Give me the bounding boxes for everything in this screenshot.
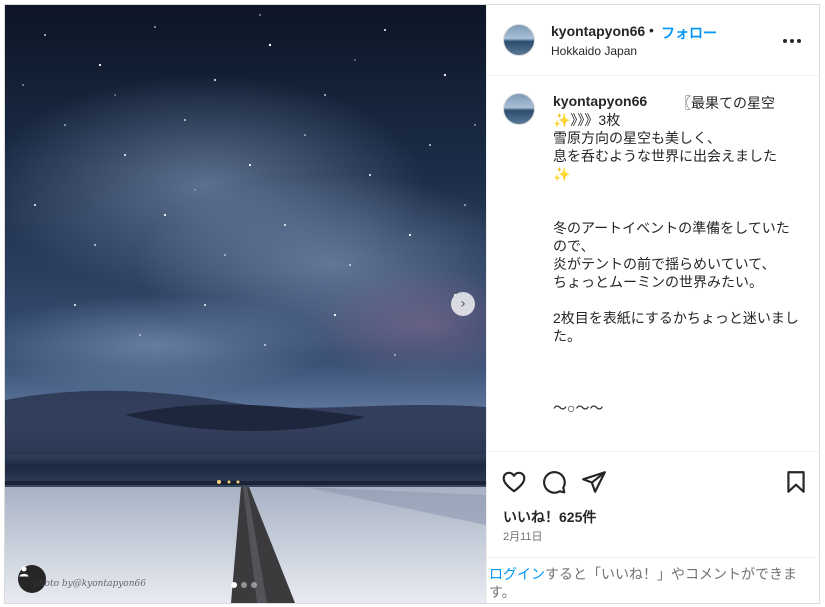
carousel-indicator bbox=[231, 582, 257, 588]
caption-username[interactable]: kyontapyon66 bbox=[553, 93, 647, 109]
location-link[interactable]: Hokkaido Japan bbox=[551, 44, 637, 58]
caption-text: ✨》》》3枚 雪原方向の星空も美しく、 息を呑むような世界に出会えました ✨ 冬… bbox=[553, 111, 803, 417]
post-photo[interactable]: › photo by@kyontapyon66 bbox=[5, 5, 486, 603]
comment-icon bbox=[543, 471, 566, 494]
follow-button[interactable]: フォロー bbox=[661, 23, 717, 43]
more-dot-icon bbox=[783, 39, 787, 43]
bookmark-icon bbox=[787, 471, 805, 493]
photo-watermark: photo by@kyontapyon66 bbox=[33, 579, 146, 589]
post-caption: kyontapyon66 〖最果ての星空 ✨》》》3枚 雪原方向の星空も美しく、… bbox=[487, 77, 820, 451]
comment-button[interactable] bbox=[541, 469, 567, 495]
heart-icon bbox=[502, 471, 526, 493]
caption-avatar[interactable] bbox=[503, 93, 535, 125]
like-button[interactable] bbox=[501, 469, 527, 495]
night-sky-image bbox=[5, 14, 486, 603]
post-date[interactable]: 2月11日 bbox=[503, 528, 543, 544]
carousel-dot bbox=[241, 582, 247, 588]
author-username[interactable]: kyontapyon66 bbox=[551, 23, 645, 39]
carousel-dot bbox=[251, 582, 257, 588]
like-count[interactable]: いいね！625件 bbox=[503, 507, 596, 527]
share-icon bbox=[582, 471, 606, 493]
header-separator: • bbox=[649, 22, 654, 38]
author-avatar[interactable] bbox=[503, 24, 535, 56]
post-card: › photo by@kyontapyon66 kyontapyon66 • フ… bbox=[4, 4, 820, 604]
chevron-right-icon: › bbox=[460, 296, 466, 312]
more-options-button[interactable] bbox=[783, 37, 807, 45]
post-actions: いいね！625件 2月11日 ログインすると「いいね！」やコメントができます。 bbox=[487, 451, 820, 603]
more-dot-icon bbox=[797, 39, 801, 43]
caption-body: 雪原方向の星空も美しく、 息を呑むような世界に出会えました ✨ 冬のアートイベン… bbox=[553, 130, 799, 416]
share-button[interactable] bbox=[581, 469, 607, 495]
carousel-dot-active bbox=[231, 582, 237, 588]
caption-first-line: ✨》》》3枚 bbox=[553, 112, 621, 128]
post-sidebar: kyontapyon66 • フォロー Hokkaido Japan kyont… bbox=[486, 5, 820, 603]
user-tag-icon bbox=[19, 566, 29, 577]
login-prompt-text: ログインすると「いいね！」やコメントができます。 bbox=[489, 565, 809, 601]
caption-title: 〖最果ての星空 bbox=[677, 95, 775, 111]
more-dot-icon bbox=[790, 39, 794, 43]
login-link[interactable]: ログイン bbox=[489, 566, 545, 582]
login-prompt: ログインすると「いいね！」やコメントができます。 bbox=[487, 557, 820, 604]
save-button[interactable] bbox=[783, 469, 809, 495]
post-header: kyontapyon66 • フォロー Hokkaido Japan bbox=[487, 5, 820, 76]
carousel-next-button[interactable]: › bbox=[451, 292, 475, 316]
